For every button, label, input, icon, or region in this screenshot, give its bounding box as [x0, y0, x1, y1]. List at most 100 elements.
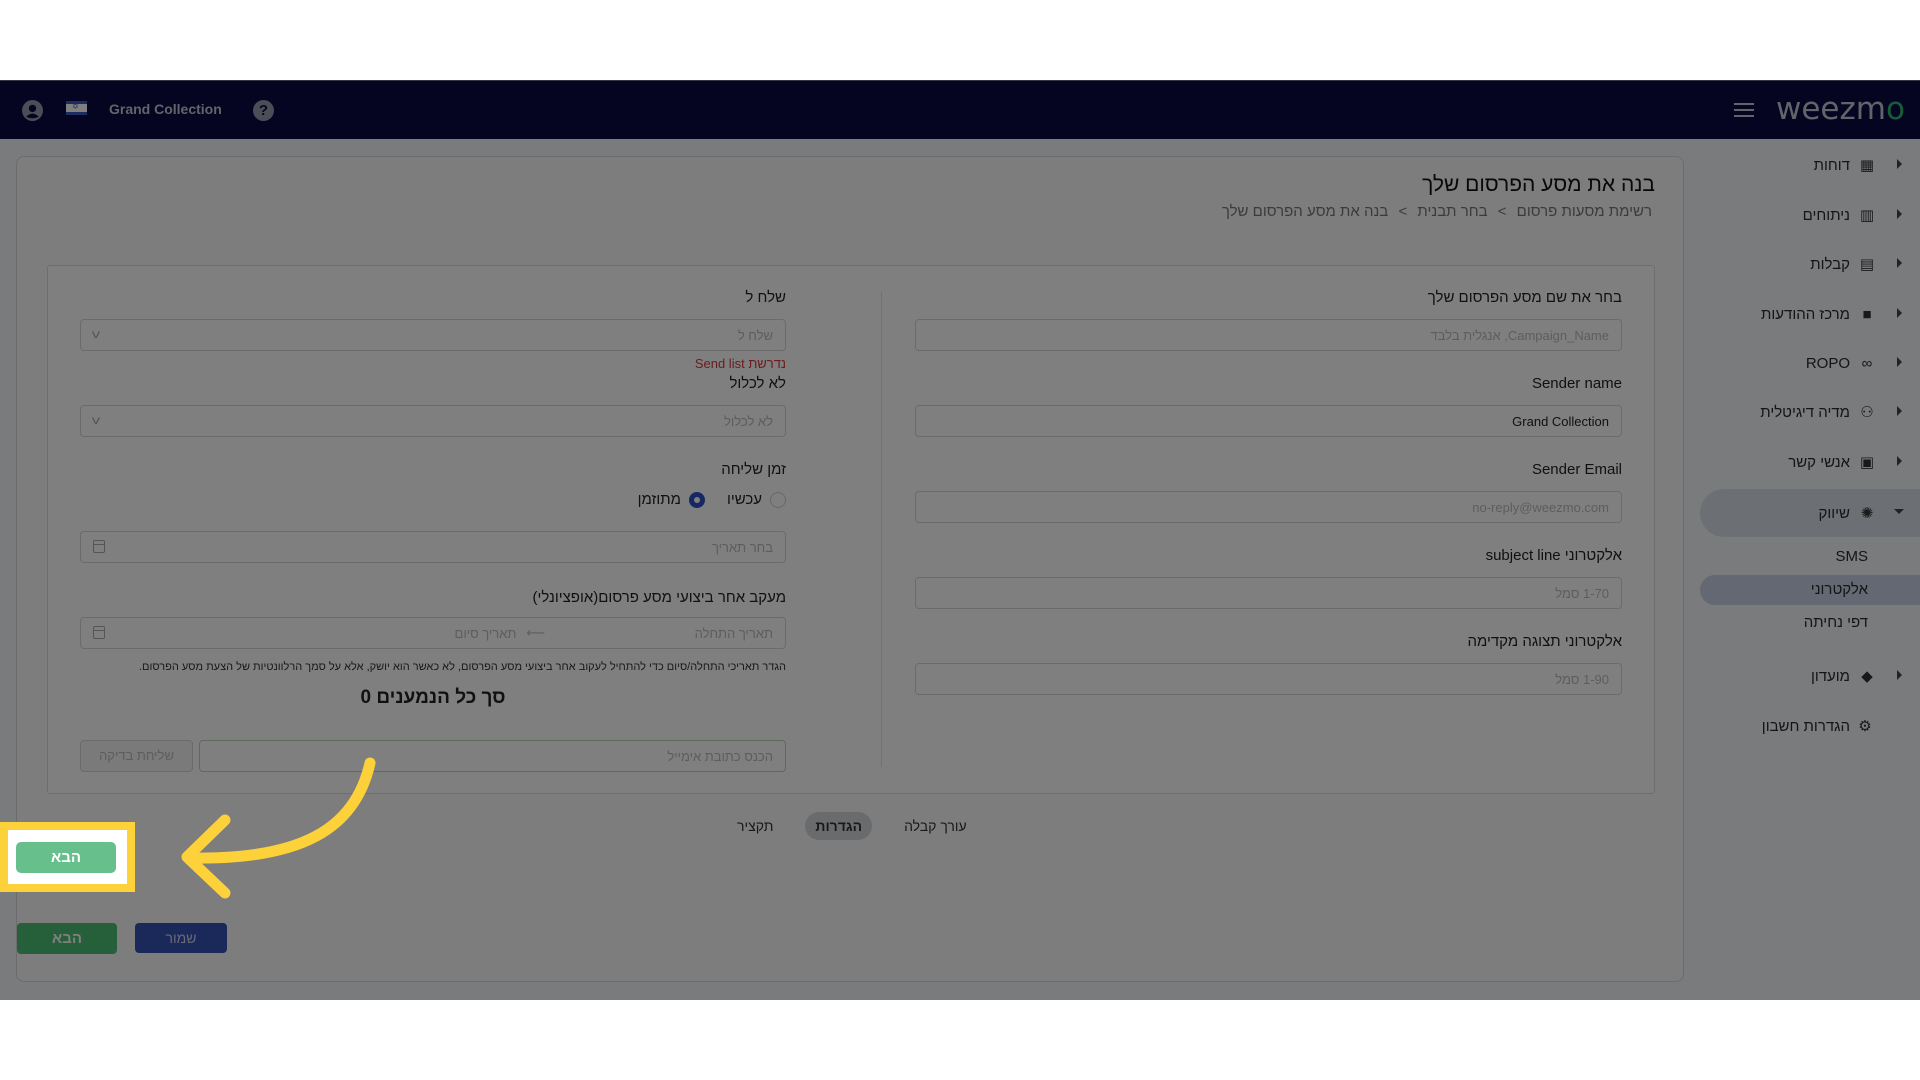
- sidebar-subitem-label: דפי נחיתה: [1803, 614, 1868, 631]
- message-icon: ■: [1862, 305, 1872, 323]
- receipt-icon: ▤: [1859, 256, 1875, 273]
- sidebar-item-account-settings[interactable]: ⚙ הגדרות חשבון: [1700, 704, 1920, 748]
- subject-line-input[interactable]: 1-70 סמל: [915, 577, 1622, 609]
- send-to-placeholder: שלח ל: [737, 327, 773, 343]
- sidebar-item-marketing[interactable]: ✺ שיווק: [1700, 489, 1920, 537]
- logo-tail: o: [1885, 91, 1905, 127]
- step-receipt-editor[interactable]: עורך קבלה: [894, 812, 977, 840]
- israel-flag-icon[interactable]: [66, 101, 87, 115]
- infinity-icon: ∞: [1861, 354, 1873, 372]
- sidebar-item-ropo[interactable]: ∞ ROPO: [1700, 341, 1920, 385]
- tracking-end-placeholder[interactable]: תאריך סיום: [455, 626, 517, 641]
- caret-right-icon: [1897, 670, 1902, 680]
- sidebar-item-message-center[interactable]: ■ מרכז ההודעות: [1700, 292, 1920, 336]
- test-send-row: הכנס כתובת אימייל שליחת בדיקה: [80, 740, 786, 772]
- screen: Grand Collection ? weezmo ▦ דוחות ▥ ניתו…: [0, 0, 1920, 1080]
- caret-right-icon: [1897, 209, 1902, 219]
- dashboard-icon: ▦: [1859, 157, 1875, 174]
- breadcrumb-choose-template[interactable]: בחר תבנית: [1417, 203, 1487, 220]
- sidebar-item-label: הגדרות חשבון: [1761, 717, 1850, 735]
- sidebar: ▦ דוחות ▥ ניתוחים ▤ קבלות ■ מרכז ההודעות…: [1700, 139, 1920, 1000]
- subject-line-label: אלקטרוני subject line: [1485, 547, 1622, 564]
- sidebar-item-digital-media[interactable]: ⚇ מדיה דיגיטלית: [1700, 390, 1920, 434]
- hamburger-menu-icon[interactable]: [1734, 103, 1754, 118]
- send-to-label: שלח ל: [745, 289, 786, 306]
- send-time-label: זמן שליחה: [721, 461, 786, 478]
- tracking-date-range[interactable]: תאריך התחלה ⟵ תאריך סיום: [80, 617, 786, 649]
- sidebar-item-analytics[interactable]: ▥ ניתוחים: [1700, 193, 1920, 237]
- campaign-name-input[interactable]: Campaign_Name, אנגלית בלבד: [915, 319, 1622, 351]
- caret-right-icon: [1897, 258, 1902, 268]
- analytics-icon: ▥: [1859, 207, 1875, 224]
- campaign-name-label: בחר את שם מסע הפרסום שלך: [1427, 289, 1622, 306]
- sidebar-item-label: אנשי קשר: [1788, 453, 1850, 471]
- sidebar-item-label: דוחות: [1813, 156, 1850, 174]
- calendar-icon: [93, 540, 105, 553]
- account-name[interactable]: Grand Collection: [109, 101, 222, 117]
- preview-text-input[interactable]: 1-90 סמל: [915, 663, 1622, 695]
- page-title: בנה את מסע הפרסום שלך: [1422, 173, 1655, 196]
- test-email-input[interactable]: הכנס כתובת אימייל: [199, 740, 786, 772]
- step-summary[interactable]: תקציר: [727, 812, 783, 840]
- range-arrow-icon: ⟵: [526, 625, 545, 640]
- contacts-icon: ▣: [1859, 454, 1875, 471]
- sidebar-item-club[interactable]: ◆ מועדון: [1700, 654, 1920, 698]
- radio-now-label[interactable]: עכשיו: [727, 491, 762, 508]
- breadcrumb-campaign-list[interactable]: רשימת מסעות פרסום: [1517, 203, 1652, 220]
- top-bar: Grand Collection ? weezmo: [0, 80, 1920, 139]
- logo-text: weezm: [1776, 91, 1886, 127]
- next-button[interactable]: הבא: [16, 842, 116, 873]
- sidebar-subitem-landing-pages[interactable]: דפי נחיתה: [1700, 608, 1920, 638]
- radio-scheduled-label[interactable]: מתוזמן: [638, 491, 681, 508]
- exclude-label: לא לכלול: [729, 375, 786, 392]
- sender-email-input[interactable]: no-reply@weezmo.com: [915, 491, 1622, 523]
- sidebar-subitem-sms[interactable]: SMS: [1700, 542, 1920, 572]
- exclude-placeholder: לא לכלול: [723, 413, 773, 429]
- radio-scheduled[interactable]: [688, 491, 705, 508]
- caret-right-icon: [1897, 159, 1902, 169]
- radio-now[interactable]: [770, 491, 786, 508]
- send-date-picker[interactable]: בחר תאריך: [80, 531, 786, 563]
- step-settings[interactable]: הגדרות: [805, 812, 873, 840]
- exclude-select[interactable]: לא לכלול v: [80, 405, 786, 437]
- sidebar-item-reports[interactable]: ▦ דוחות: [1700, 143, 1920, 187]
- send-to-error: נדרשת Send list: [694, 356, 786, 371]
- sidebar-item-label: ROPO: [1805, 354, 1850, 372]
- sidebar-item-contacts[interactable]: ▣ אנשי קשר: [1700, 440, 1920, 484]
- caret-right-icon: [1897, 456, 1902, 466]
- caret-right-icon: [1897, 308, 1902, 318]
- chevron-down-icon: v: [91, 413, 101, 427]
- user-avatar-icon[interactable]: [22, 100, 43, 121]
- calendar-icon: [93, 626, 105, 639]
- sidebar-subitem-email[interactable]: אלקטרוני: [1700, 575, 1920, 605]
- sender-name-input[interactable]: Grand Collection: [915, 405, 1622, 437]
- sidebar-subitem-label: SMS: [1835, 548, 1868, 565]
- sidebar-item-label: ניתוחים: [1802, 206, 1850, 224]
- send-date-placeholder: בחר תאריך: [711, 539, 773, 555]
- sidebar-item-label: מדיה דיגיטלית: [1760, 403, 1850, 421]
- tracking-label: מעקב אחר ביצועי מסע פרסום(אופציונלי): [532, 589, 786, 606]
- save-button[interactable]: שמור: [135, 923, 227, 953]
- help-icon[interactable]: ?: [253, 100, 274, 121]
- people-icon: ⚇: [1860, 404, 1874, 421]
- tracking-start-placeholder[interactable]: תאריך התחלה: [695, 626, 773, 641]
- sender-email-label: Sender Email: [1531, 461, 1622, 478]
- caret-right-icon: [1897, 357, 1902, 367]
- breadcrumb-current: בנה את מסע הפרסום שלך: [1221, 203, 1389, 220]
- send-to-select[interactable]: שלח ל v: [80, 319, 786, 351]
- gear-icon: ⚙: [1858, 718, 1872, 735]
- main-card: בנה את מסע הפרסום שלך רשימת מסעות פרסום …: [16, 156, 1684, 982]
- tracking-help-text: הגדר תאריכי התחלה/סיום כדי להתחיל לעקוב …: [138, 661, 786, 673]
- breadcrumb-separator: >: [1398, 203, 1408, 220]
- send-test-button[interactable]: שליחת בדיקה: [80, 740, 193, 772]
- chevron-down-icon: v: [91, 327, 101, 341]
- party-popper-icon: ✺: [1860, 505, 1874, 522]
- next-button-underlay[interactable]: הבא: [17, 923, 117, 954]
- preview-text-label: אלקטרוני תצוגה מקדימה: [1467, 633, 1622, 650]
- campaign-settings-form: בחר את שם מסע הפרסום שלך Campaign_Name, …: [47, 265, 1655, 794]
- sidebar-item-receipts[interactable]: ▤ קבלות: [1700, 242, 1920, 286]
- sidebar-item-label: מועדון: [1810, 667, 1850, 685]
- column-divider: [881, 292, 882, 767]
- weezmo-logo: weezmo: [1776, 91, 1905, 127]
- breadcrumb-separator: >: [1497, 203, 1507, 220]
